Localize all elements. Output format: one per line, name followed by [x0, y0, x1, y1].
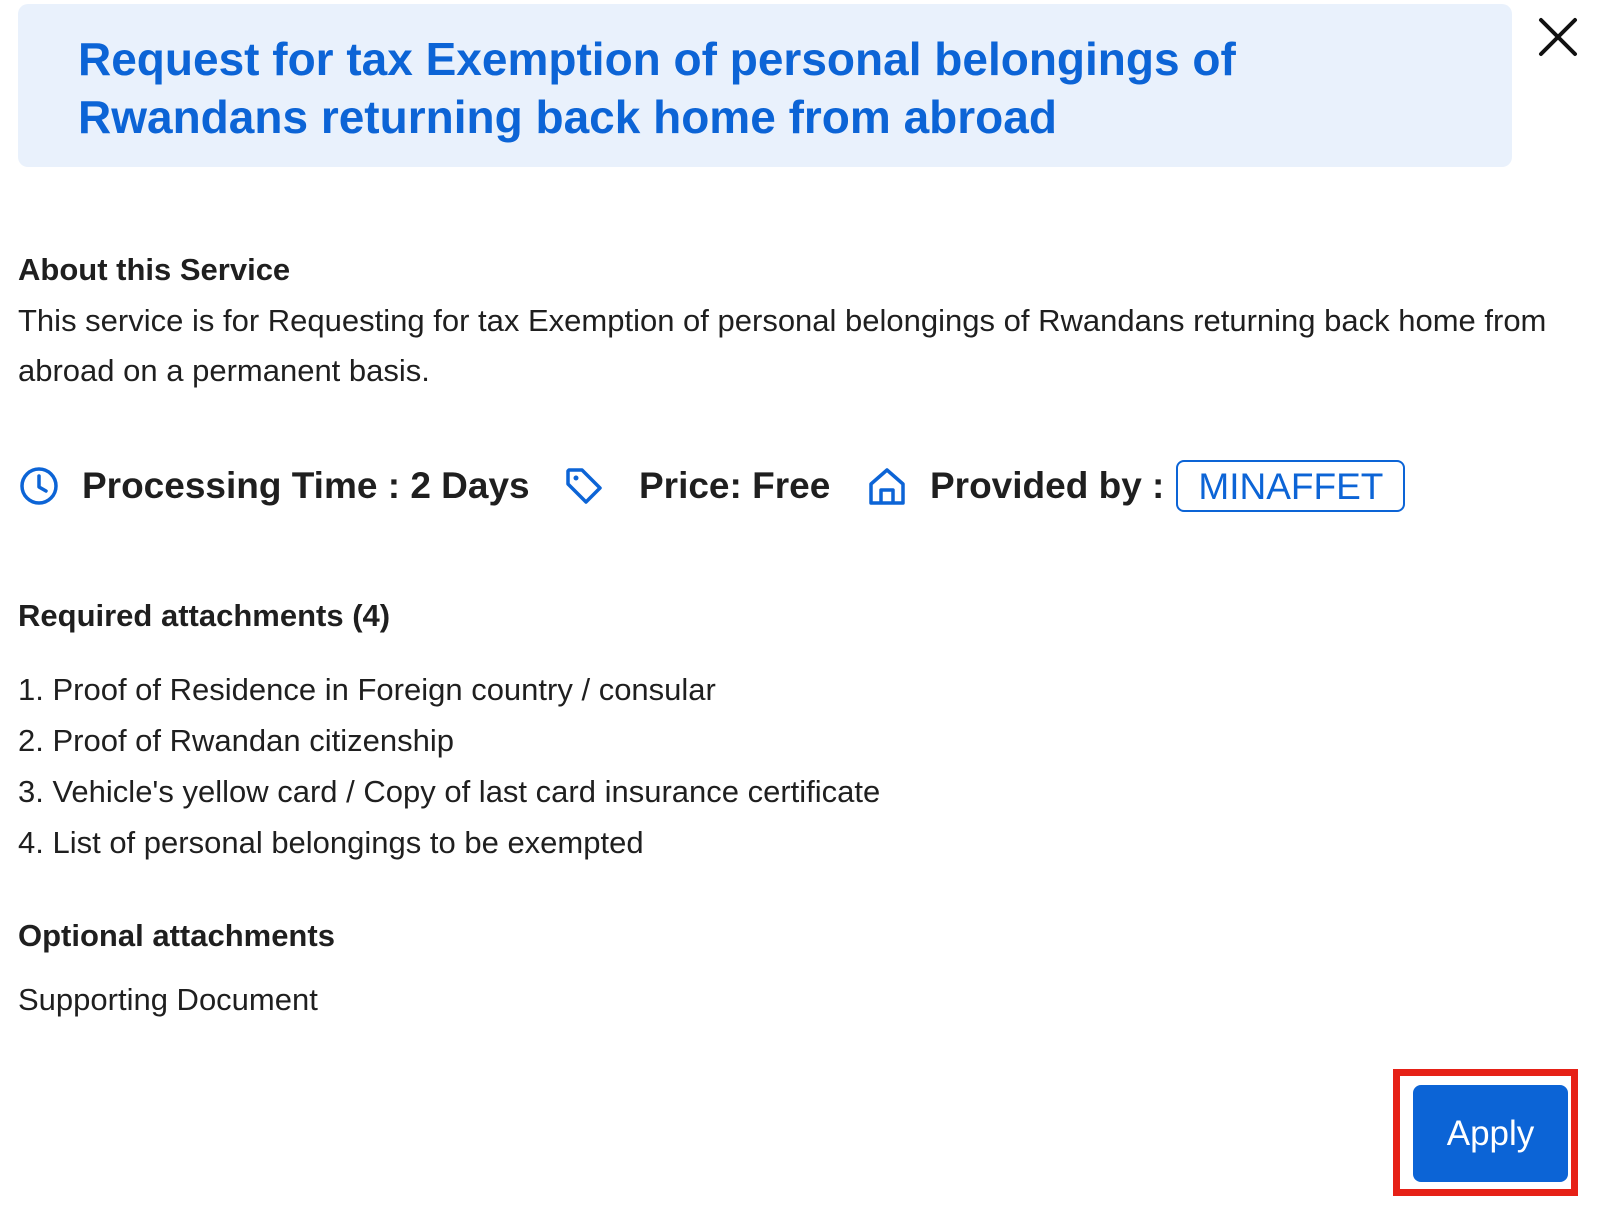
service-details-dialog: Request for tax Exemption of personal be… — [0, 0, 1600, 1223]
required-attachments-list: 1. Proof of Residence in Foreign country… — [18, 664, 880, 868]
about-description: This service is for Requesting for tax E… — [18, 303, 1547, 388]
clock-icon — [18, 465, 60, 507]
close-icon — [1539, 18, 1577, 56]
price: Price: Free — [563, 458, 830, 514]
dialog-title: Request for tax Exemption of personal be… — [78, 33, 1236, 143]
list-item: Supporting Document — [18, 982, 318, 1017]
processing-time-label: Processing Time : 2 Days — [82, 465, 530, 506]
title-banner: Request for tax Exemption of personal be… — [18, 4, 1512, 167]
provider-badge[interactable]: MINAFFET — [1176, 460, 1406, 512]
home-icon — [866, 465, 908, 507]
optional-attachments-heading: Optional attachments — [18, 918, 335, 953]
provider: Provided by : MINAFFET — [866, 458, 1406, 514]
service-meta: Processing Time : 2 Days Price: Free Pro… — [18, 458, 1558, 514]
tag-icon — [563, 465, 605, 507]
provided-by-label: Provided by : — [930, 465, 1165, 506]
price-label: Price: Free — [639, 465, 831, 506]
list-item: 2. Proof of Rwandan citizenship — [18, 723, 454, 758]
processing-time: Processing Time : 2 Days — [18, 458, 530, 514]
about-heading: About this Service — [18, 252, 291, 287]
close-button[interactable] — [1535, 14, 1581, 60]
apply-button[interactable]: Apply — [1413, 1085, 1568, 1182]
required-attachments-heading: Required attachments (4) — [18, 598, 391, 633]
list-item: 4. List of personal belongings to be exe… — [18, 825, 644, 860]
list-item: 3. Vehicle's yellow card / Copy of last … — [18, 774, 881, 809]
list-item: 1. Proof of Residence in Foreign country… — [18, 672, 716, 707]
